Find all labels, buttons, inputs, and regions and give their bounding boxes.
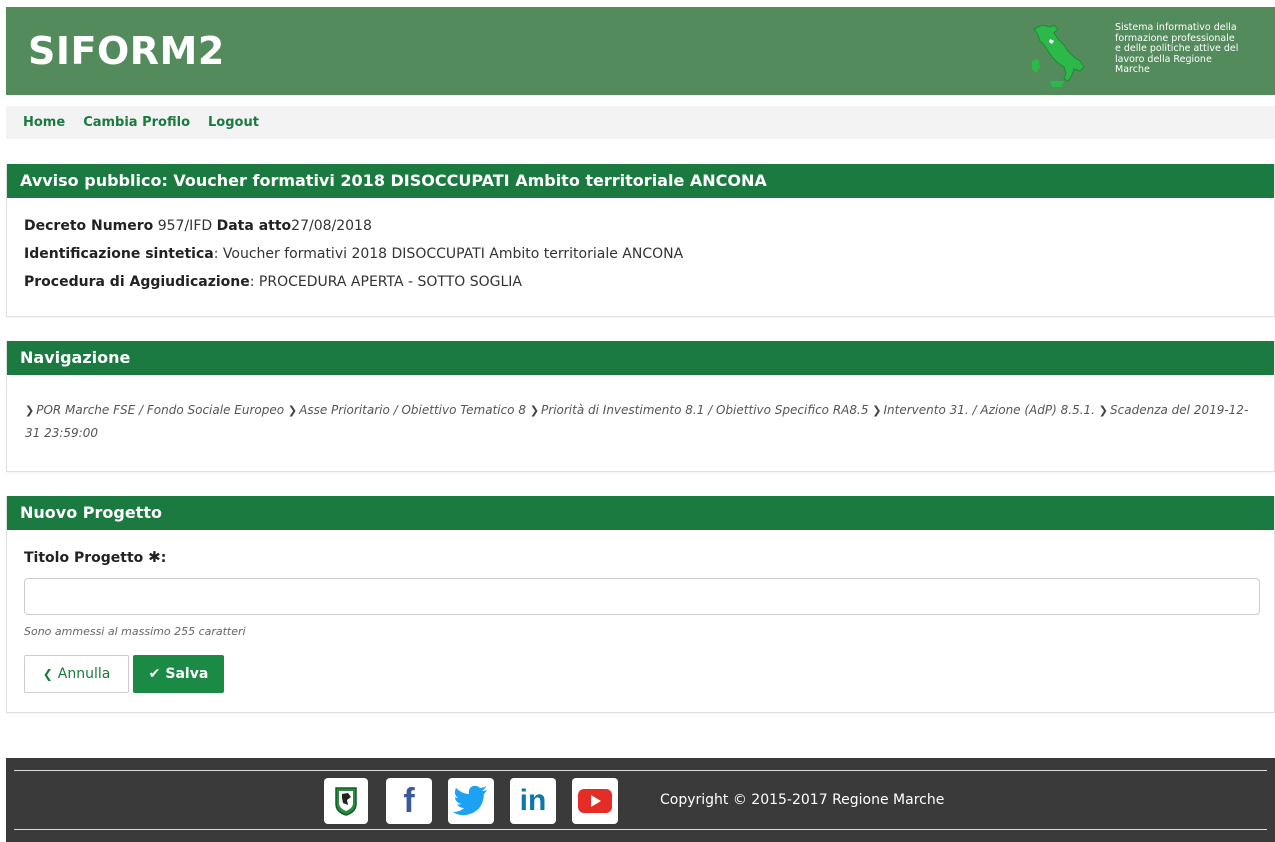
summary-value: : Voucher formativi 2018 DISOCCUPATI Amb…: [213, 246, 684, 262]
chevron-right-icon: ❯: [287, 404, 298, 417]
save-button[interactable]: ✔ Salva: [133, 655, 224, 693]
project-title-input[interactable]: [24, 578, 1260, 615]
date-label: Data atto: [216, 218, 292, 234]
regione-marche-logo-icon[interactable]: [324, 778, 368, 824]
field-label-text: Titolo Progetto: [24, 550, 144, 566]
cancel-button[interactable]: ❮ Annulla: [24, 655, 129, 693]
help-text: Sono ammessi al massimo 255 caratteri: [24, 625, 246, 638]
project-form-panel: Nuovo Progetto Titolo Progetto ✱: Sono a…: [6, 496, 1275, 713]
nav-home-link[interactable]: Home: [23, 115, 65, 130]
navigation-panel: Navigazione ❯ POR Marche FSE / Fondo Soci…: [6, 341, 1275, 472]
breadcrumb: ❯ POR Marche FSE / Fondo Sociale Europeo …: [7, 375, 1274, 444]
notice-title: Avviso pubblico: Voucher formativi 2018 …: [7, 164, 1274, 198]
youtube-icon[interactable]: [572, 778, 618, 824]
cancel-button-label: Annulla: [57, 666, 111, 682]
procedure-label: Procedura di Aggiudicazione: [24, 274, 250, 290]
twitter-icon[interactable]: [448, 778, 494, 824]
breadcrumb-item[interactable]: Intervento 31. / Azione (AdP) 8.5.1.: [884, 403, 1095, 417]
footer-divider-top: [14, 770, 1267, 771]
nav-change-profile-link[interactable]: Cambia Profilo: [83, 115, 190, 130]
procedure-row: Procedura di Aggiudicazione: PROCEDURA A…: [24, 268, 1257, 296]
footer-divider-bottom: [14, 829, 1267, 830]
procedure-value: : PROCEDURA APERTA - SOTTO SOGLIA: [249, 274, 522, 290]
field-label-suffix: :: [160, 550, 167, 566]
navigation-title: Navigazione: [7, 341, 1274, 375]
date-value: 27/08/2018: [291, 218, 372, 234]
chevron-right-icon: ❯: [872, 404, 882, 417]
decree-label: Decreto Numero: [24, 218, 154, 234]
nav-logout-link[interactable]: Logout: [208, 115, 259, 130]
header-description: Sistema informativo della formazione pro…: [1115, 22, 1239, 75]
top-navbar: Home Cambia Profilo Logout: [6, 106, 1275, 139]
site-footer: f in Copyright © 2015-2017 Regione March…: [6, 758, 1275, 842]
breadcrumb-item[interactable]: POR Marche FSE / Fondo Sociale Europeo: [36, 403, 284, 417]
decree-row: Decreto Numero 957/IFD Data atto27/08/20…: [24, 212, 1257, 240]
chevron-left-icon: ❮: [42, 667, 53, 681]
facebook-icon[interactable]: f: [386, 778, 432, 824]
linkedin-icon[interactable]: in: [510, 778, 556, 824]
summary-label: Identificazione sintetica: [24, 246, 214, 262]
italy-map-icon: [1032, 24, 1085, 87]
breadcrumb-item[interactable]: Priorità di Investimento 8.1 / Obiettivo…: [541, 403, 868, 417]
copyright-text: Copyright © 2015-2017 Regione Marche: [660, 792, 945, 808]
check-icon: ✔: [148, 666, 161, 682]
breadcrumb-item[interactable]: Asse Prioritario / Obiettivo Tematico 8: [299, 403, 526, 417]
chevron-right-icon: ❯: [1098, 404, 1109, 417]
save-button-label: Salva: [165, 666, 209, 682]
project-title-label: Titolo Progetto ✱:: [24, 548, 1257, 566]
required-asterisk-icon: ✱: [148, 548, 161, 566]
summary-row: Identificazione sintetica: Voucher forma…: [24, 240, 1257, 268]
chevron-right-icon: ❯: [529, 404, 540, 417]
notice-panel: Avviso pubblico: Voucher formativi 2018 …: [6, 164, 1275, 317]
decree-value: 957/IFD: [153, 218, 217, 234]
brand-title[interactable]: SIFORM2: [28, 29, 225, 73]
project-form-title: Nuovo Progetto: [7, 496, 1274, 530]
chevron-right-icon: ❯: [25, 404, 35, 417]
site-header: SIFORM2 Sistema informativo della formaz…: [6, 7, 1275, 95]
